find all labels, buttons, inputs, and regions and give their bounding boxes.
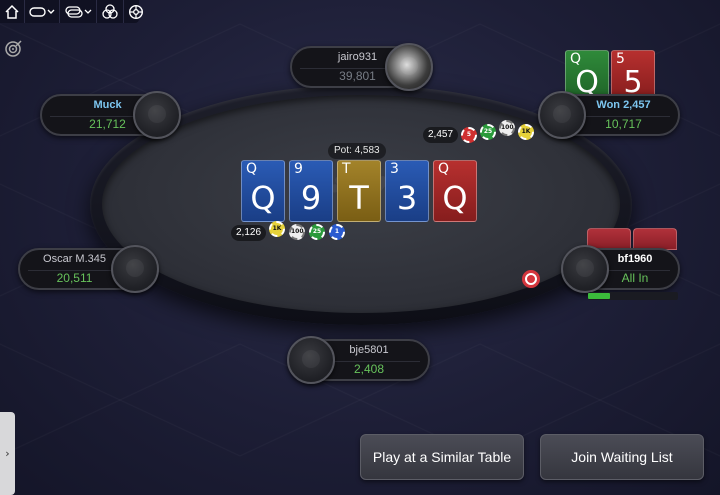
join-waiting-list-button[interactable]: Join Waiting List	[540, 434, 704, 480]
chip-icon: 5	[461, 127, 477, 143]
chevron-right-icon: ›	[5, 447, 10, 460]
board-card-4: 3 3	[385, 160, 429, 222]
chat-menu-icon[interactable]	[25, 0, 60, 23]
card-rank-large: Q	[250, 179, 276, 217]
rebuy-icon[interactable]	[97, 0, 124, 23]
dealer-button-icon	[522, 270, 540, 288]
card-rank-small: Q	[246, 161, 258, 177]
settings-icon[interactable]	[124, 0, 148, 23]
card-rank-small: 3	[390, 161, 399, 177]
chip-icon: 25	[309, 224, 325, 240]
chip-icon: 1K	[269, 221, 285, 237]
pot-label: Pot: 4,583	[328, 143, 386, 159]
card-rank-large: T	[349, 179, 369, 217]
card-rank-large: 9	[300, 179, 322, 217]
table-menu-icon[interactable]	[60, 0, 97, 23]
card-back	[633, 228, 677, 250]
card-rank-small: 9	[294, 161, 303, 177]
board-card-5: Q Q	[433, 160, 477, 222]
board-card-3: T T	[337, 160, 381, 222]
player-avatar	[287, 336, 335, 384]
player-avatar	[538, 91, 586, 139]
chip-icon: 1	[329, 224, 345, 240]
player-avatar	[111, 245, 159, 293]
home-icon[interactable]	[0, 0, 25, 23]
play-similar-table-button[interactable]: Play at a Similar Table	[360, 434, 524, 480]
side-panel-tab[interactable]: ›	[0, 412, 15, 495]
target-icon[interactable]	[4, 38, 24, 62]
chip-icon: 100	[289, 224, 305, 240]
bet-amount-top-right: 2,457	[423, 127, 459, 143]
bet-amount-left: 2,126	[231, 225, 267, 241]
player-avatar	[561, 245, 609, 293]
board-card-2: 9 9	[289, 160, 333, 222]
time-bank-fill	[588, 293, 610, 299]
player-avatar	[133, 91, 181, 139]
player-avatar	[385, 43, 433, 91]
card-rank-large: 3	[396, 179, 418, 217]
card-rank-small: Q	[438, 161, 450, 177]
chip-icon: 100	[499, 120, 515, 136]
top-toolbar	[0, 0, 144, 23]
hole-card-2: 5 5	[611, 50, 655, 100]
chip-icon: 25	[480, 124, 496, 140]
card-rank-large: Q	[442, 179, 468, 217]
time-bank-bar	[588, 292, 678, 300]
board-card-1: Q Q	[241, 160, 285, 222]
chip-icon: 1K	[518, 124, 534, 140]
card-rank-small: T	[342, 161, 351, 177]
